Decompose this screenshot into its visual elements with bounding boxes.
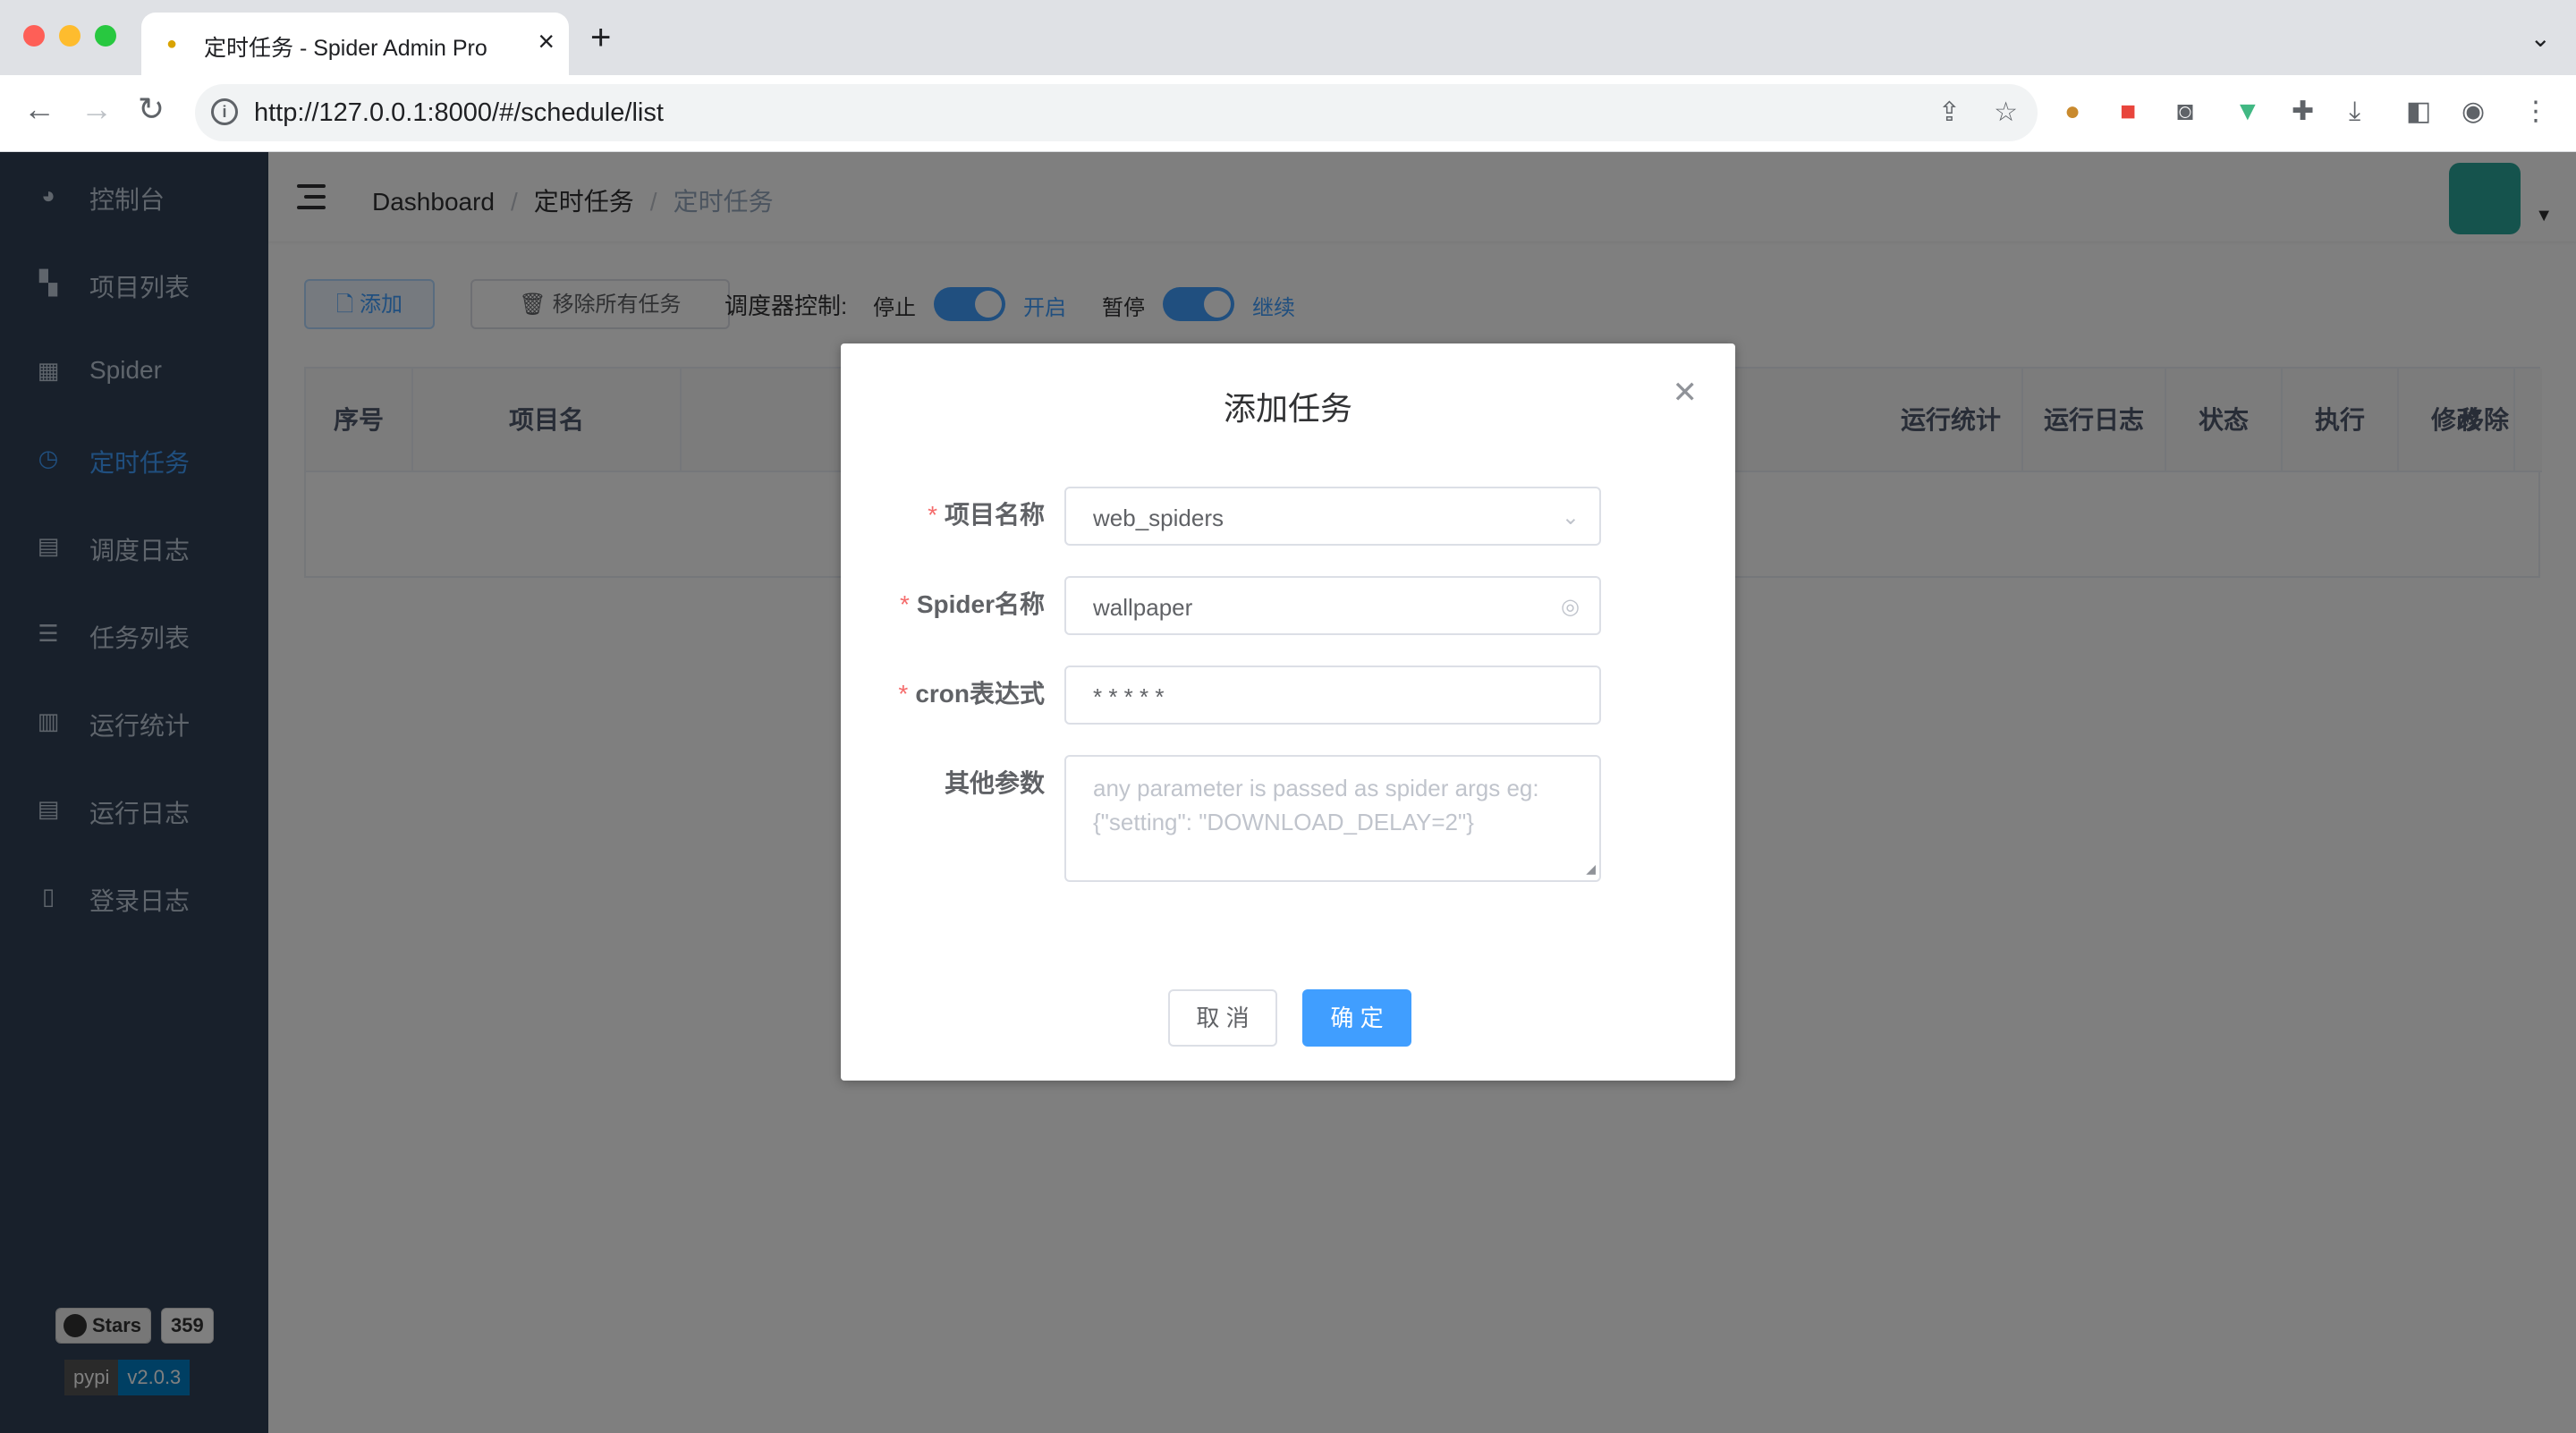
red-extension-icon[interactable]: ■ bbox=[2120, 98, 2136, 125]
vue-devtools-icon[interactable]: ▼ bbox=[2234, 98, 2261, 125]
tab-title: 定时任务 - Spider Admin Pro bbox=[204, 36, 487, 61]
profile-avatar-icon[interactable]: ◉ bbox=[2462, 98, 2485, 125]
bookmark-star-icon[interactable]: ☆ bbox=[1994, 97, 2018, 128]
camera-extension-icon[interactable]: ◙ bbox=[2177, 98, 2193, 125]
back-arrow-icon[interactable]: ← bbox=[23, 93, 55, 125]
spider-name-value: wallpaper bbox=[1093, 594, 1193, 621]
new-tab-icon[interactable]: + bbox=[590, 20, 611, 55]
cookie-extension-icon[interactable]: ● bbox=[2064, 98, 2080, 125]
side-panel-icon[interactable]: ◧ bbox=[2406, 98, 2431, 125]
browser-tab[interactable]: ● 定时任务 - Spider Admin Pro × bbox=[141, 13, 569, 75]
forward-arrow-icon[interactable]: → bbox=[80, 93, 113, 125]
site-info-icon[interactable]: i bbox=[211, 98, 238, 125]
cron-input[interactable]: * * * * * bbox=[1064, 666, 1601, 725]
resize-handle-icon[interactable]: ◢ bbox=[1586, 861, 1596, 877]
url-text: http://127.0.0.1:8000/#/schedule/list bbox=[254, 98, 664, 127]
tab-close-icon[interactable]: × bbox=[538, 27, 555, 55]
window-zoom-button[interactable] bbox=[95, 25, 116, 47]
window-minimize-button[interactable] bbox=[59, 25, 80, 47]
add-task-dialog: 添加任务 ✕ * 项目名称 web_spiders ⌄ * Spider名称 wal… bbox=[841, 343, 1735, 1081]
cron-value: * * * * * bbox=[1093, 683, 1165, 710]
cancel-button[interactable]: 取 消 bbox=[1168, 989, 1277, 1047]
project-name-value: web_spiders bbox=[1093, 505, 1224, 531]
check-circle-icon: ◎ bbox=[1561, 595, 1580, 619]
browser-toolbar: ← → ↻ i http://127.0.0.1:8000/#/schedule… bbox=[0, 75, 2576, 152]
dialog-title: 添加任务 bbox=[1223, 390, 1352, 427]
spider-name-select[interactable]: wallpaper ◎ bbox=[1064, 576, 1601, 635]
extensions-puzzle-icon[interactable]: ✚ bbox=[2292, 98, 2314, 125]
dialog-close-icon[interactable]: ✕ bbox=[1673, 377, 1699, 408]
project-name-label: * 项目名称 bbox=[928, 501, 1045, 529]
favicon-icon: ● bbox=[166, 34, 178, 54]
window-close-button[interactable] bbox=[23, 25, 45, 47]
spider-name-label: * Spider名称 bbox=[899, 590, 1045, 618]
params-label: 其他参数 bbox=[944, 769, 1045, 797]
browser-tab-bar: ● 定时任务 - Spider Admin Pro × + ⌄ bbox=[0, 0, 2576, 75]
chevron-down-icon: ⌄ bbox=[1561, 505, 1580, 530]
params-placeholder: any parameter is passed as spider args e… bbox=[1093, 775, 1539, 835]
tab-search-chevron-icon[interactable]: ⌄ bbox=[2530, 23, 2551, 53]
reload-icon[interactable]: ↻ bbox=[138, 93, 165, 125]
address-bar[interactable]: i http://127.0.0.1:8000/#/schedule/list … bbox=[195, 84, 2038, 141]
app-viewport: ◕ 控制台 ▚ 项目列表 ▦ Spider ◷ 定时任务 ▤ 调度日志 ☰ 任务… bbox=[0, 152, 2576, 1433]
browser-menu-icon[interactable]: ⋮ bbox=[2522, 98, 2549, 125]
confirm-button[interactable]: 确 定 bbox=[1302, 989, 1411, 1047]
project-name-select[interactable]: web_spiders ⌄ bbox=[1064, 487, 1601, 546]
cron-label: * cron表达式 bbox=[898, 680, 1045, 708]
download-icon[interactable]: ⤓ bbox=[2349, 98, 2360, 125]
params-textarea[interactable]: any parameter is passed as spider args e… bbox=[1064, 755, 1601, 882]
share-icon[interactable]: ⇪ bbox=[1938, 97, 1961, 128]
